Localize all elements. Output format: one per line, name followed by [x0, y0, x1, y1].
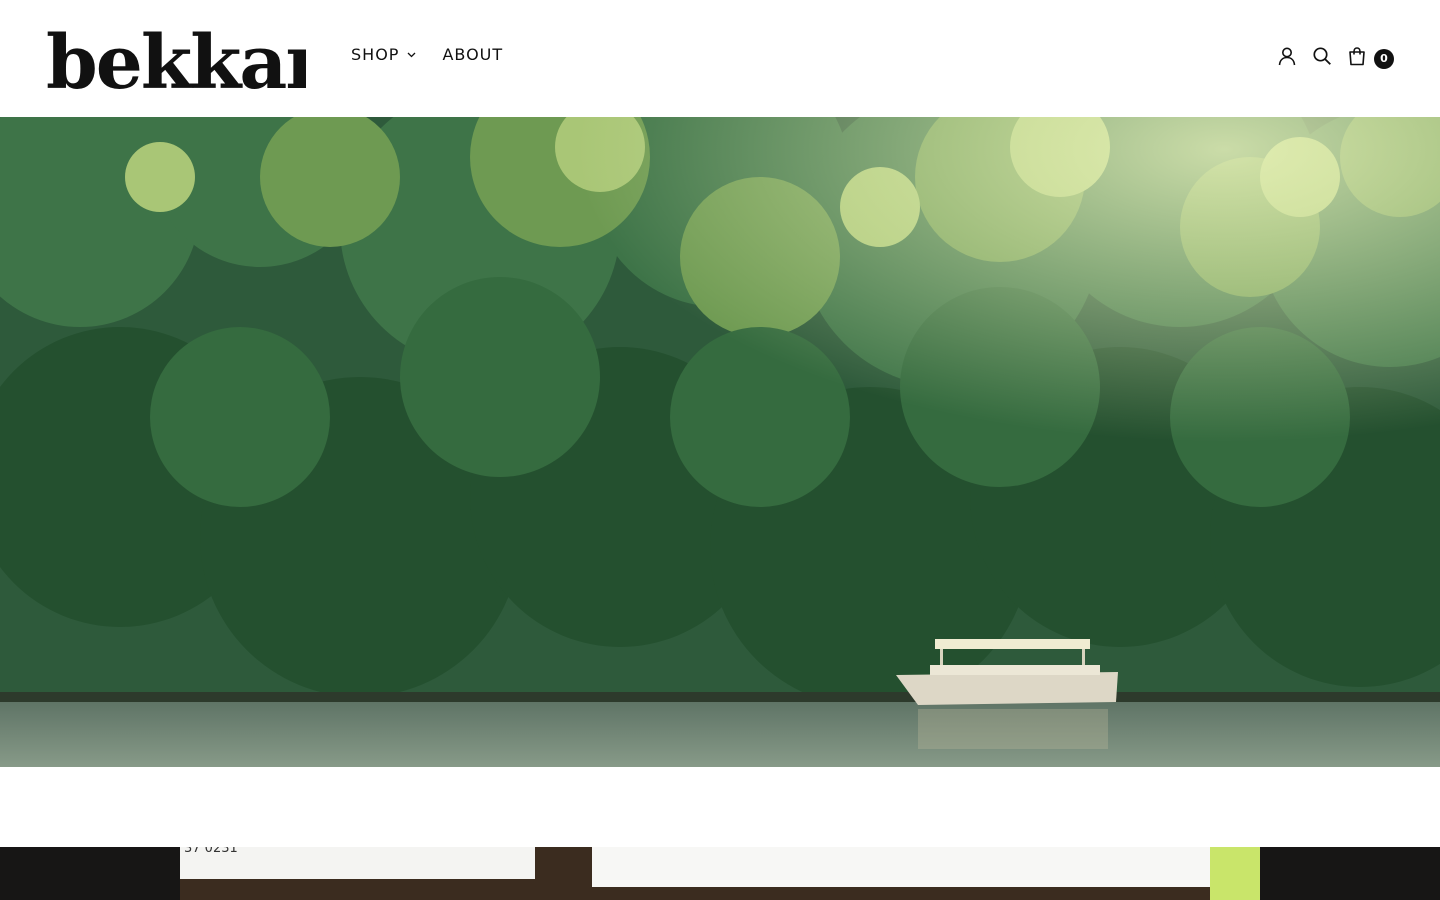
logo-text: bekkan: [46, 20, 306, 100]
main-nav: SHOP ABOUT: [351, 45, 529, 64]
gallery-photo: 37 0231: [180, 847, 1260, 900]
cart-button[interactable]: 0: [1347, 46, 1394, 71]
hero-image: [0, 117, 1440, 767]
cart-count-badge: 0: [1374, 48, 1394, 69]
gallery-note-text: 37 0231: [184, 847, 238, 856]
search-button[interactable]: [1310, 47, 1334, 71]
shopping-bag-icon: [1347, 46, 1367, 71]
forest-river-photo: [0, 117, 1440, 767]
nav-shop[interactable]: SHOP: [351, 45, 416, 64]
chevron-down-icon: [407, 52, 416, 58]
account-button[interactable]: [1275, 47, 1299, 71]
nav-about-label: ABOUT: [442, 45, 504, 64]
nav-about[interactable]: ABOUT: [442, 45, 503, 64]
section-spacer: [0, 767, 1440, 847]
search-icon: [1312, 46, 1332, 71]
nav-shop-label: SHOP: [351, 45, 400, 64]
site-header: bekkan SHOP ABOUT 0: [0, 0, 1440, 117]
header-actions: 0: [1264, 46, 1394, 71]
bekkan-logo[interactable]: bekkan: [46, 10, 340, 106]
user-icon: [1277, 46, 1297, 71]
product-gallery: 37 0231: [0, 847, 1440, 900]
